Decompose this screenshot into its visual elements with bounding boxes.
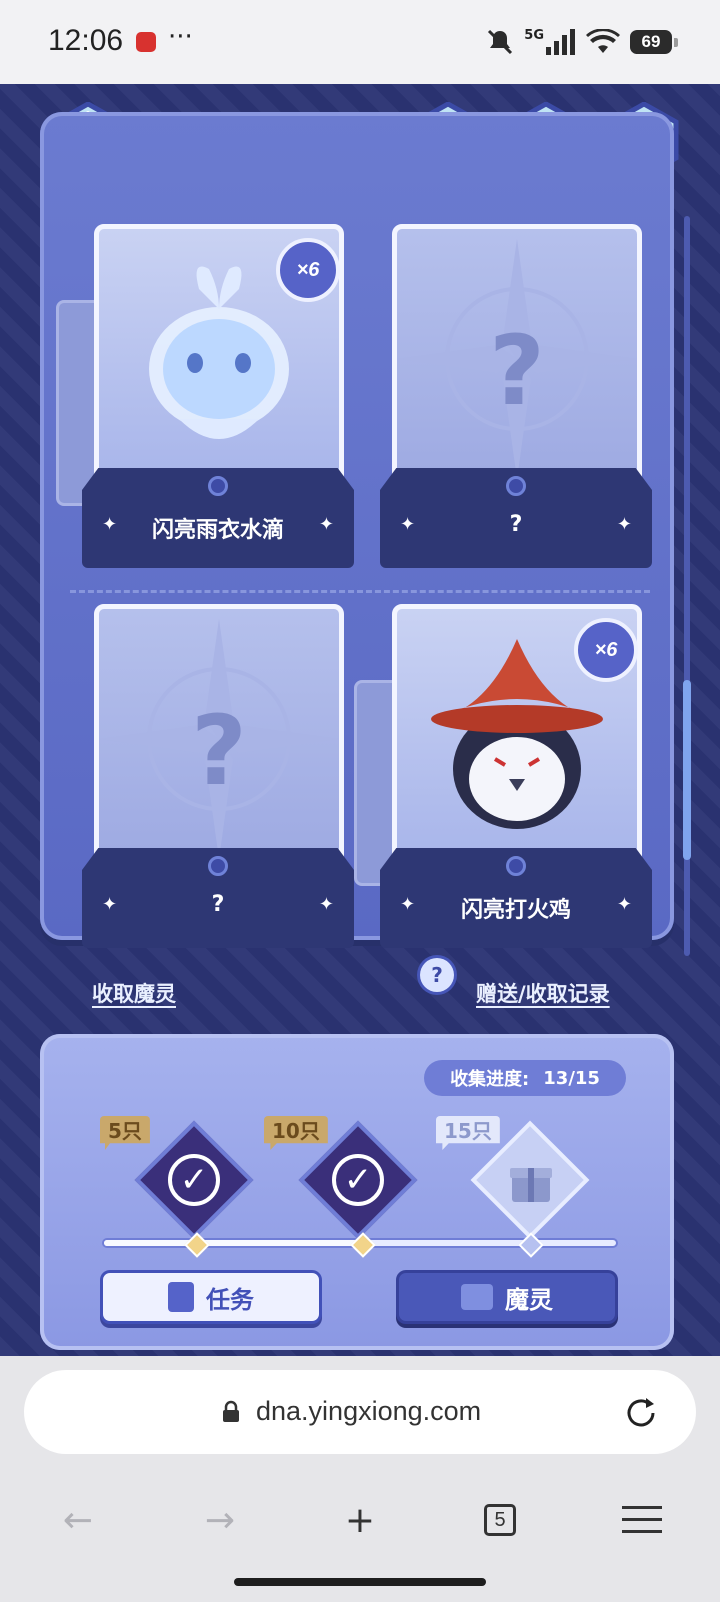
card-frame: ? [392,224,642,486]
task-button[interactable]: 任务 [100,1270,322,1324]
card-nameplate: ✦ ? ✦ [82,848,354,948]
nameplate-dot [208,476,228,496]
milestone-reward[interactable]: ✓ 10只 [264,1116,418,1240]
card-frame: ? [94,604,344,866]
scrollbar-thumb[interactable] [683,680,691,860]
app-notification-icon [136,32,156,52]
spirit-button[interactable]: 魔灵 [396,1270,618,1324]
card-nameplate: ✦ 闪亮雨衣水滴 ✦ [82,468,354,568]
status-time: 12:06 [48,24,124,57]
forward-arrow-icon[interactable]: → [196,1498,244,1542]
card-name: 闪亮打火鸡 [460,898,571,923]
nameplate-dot [506,476,526,496]
task-document-icon [168,1282,194,1312]
gift-records-link[interactable]: 赠送/收取记录 [476,978,610,1008]
progress-indicator: 收集进度: 13/15 [424,1060,626,1096]
mute-bell-icon [488,29,513,55]
card-nameplate: ✦ ? ✦ [380,468,652,568]
url-text[interactable]: dna.yingxiong.com [256,1396,481,1427]
progress-value: 13/15 [543,1067,600,1089]
spirit-button-label: 魔灵 [505,1285,553,1314]
card-name: 闪亮雨衣水滴 [151,518,284,543]
milestone-reward[interactable]: ✓ 5只 [100,1116,254,1240]
system-icons: 5G 69 [486,26,678,58]
task-button-label: 任务 [206,1285,254,1314]
status-bar: 12:06 ··· 5G 69 [0,0,720,84]
unknown-mark: ? [191,695,247,807]
unknown-mark: ? [489,315,545,427]
nameplate-dot [506,856,526,876]
more-notifications: ··· [168,22,193,52]
sparkle-icon: ✦ [318,514,334,535]
nameplate-dot [208,856,228,876]
card-item[interactable]: ? ✦ ? ✦ [82,604,354,954]
card-item[interactable]: ? ✦ ? ✦ [380,224,652,574]
claimed-check-icon: ✓ [332,1154,384,1206]
card-name: ? [211,892,225,917]
records-help-icon[interactable]: ? [420,958,454,992]
card-item[interactable]: ×6 ✦ 闪亮雨衣水滴 ✦ [56,224,354,574]
spirit-folder-icon [461,1284,493,1310]
card-count-badge: ×6 [574,618,638,682]
hamburger-icon [622,1506,662,1533]
gift-box-icon [510,1168,552,1202]
card-name: ? [509,512,523,537]
progress-label: 收集进度: [450,1069,530,1090]
new-tab-icon[interactable]: + [336,1498,384,1542]
progress-track-fill [104,1240,364,1246]
network-label: 5G [524,27,544,43]
battery-indicator: 69 [630,30,678,54]
row-divider [70,590,650,593]
sparkle-icon: ✦ [318,894,334,915]
reload-icon[interactable] [622,1394,660,1432]
milestone-reward[interactable]: 15只 [436,1116,590,1240]
tabs-button[interactable]: 5 [476,1498,524,1542]
sparkle-icon: ✦ [616,894,632,915]
wifi-icon [586,29,620,53]
tab-count: 5 [484,1504,516,1536]
collect-spirit-link[interactable]: 收取魔灵 [92,978,176,1008]
claimed-check-icon: ✓ [168,1154,220,1206]
signal-icon [546,29,575,55]
back-arrow-icon[interactable]: ← [54,1498,102,1542]
sparkle-icon: ✦ [616,514,632,535]
card-nameplate: ✦ 闪亮打火鸡 ✦ [380,848,652,948]
card-count-badge: ×6 [276,238,340,302]
lock-icon [223,1400,239,1422]
home-indicator[interactable] [234,1578,486,1586]
card-item[interactable]: ×6 ✦ 闪亮打火鸡 ✦ [354,604,652,954]
battery-level: 69 [641,32,661,51]
menu-icon[interactable] [618,1498,666,1542]
